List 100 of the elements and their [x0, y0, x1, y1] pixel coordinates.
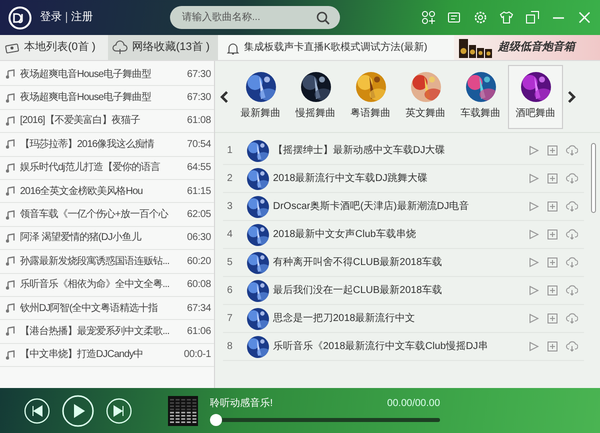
- music-note-icon: [5, 162, 15, 173]
- song-duration: 06:30: [186, 231, 211, 246]
- music-note-icon: [5, 69, 15, 80]
- progress-track[interactable]: [222, 418, 440, 422]
- music-note-icon: [5, 92, 15, 103]
- song-duration: 67:34: [186, 302, 211, 316]
- playlist-row[interactable]: 夜场超爽电音House电子舞曲型 67:30: [0, 63, 214, 86]
- download-icon[interactable]: [566, 341, 578, 352]
- add-icon[interactable]: [547, 285, 558, 296]
- notice-link[interactable]: 集成板载声卡直播K歌模式调试方法(最新): [244, 40, 428, 55]
- row-number: 5: [226, 256, 234, 270]
- time-display: 00.00/00.00: [387, 396, 440, 410]
- song-row[interactable]: 2 2018最新流行中文车载DJ跳舞大碟: [223, 165, 584, 193]
- playlist-row[interactable]: 领音车载《一亿个伤心+放一百个心 62:05: [0, 203, 214, 227]
- playlist-row[interactable]: 钦州DJ阿智(全中文粤语精选十指 67:34: [0, 296, 214, 320]
- shirt-icon[interactable]: [499, 10, 514, 25]
- add-icon[interactable]: [547, 201, 558, 212]
- search-icon: [316, 10, 330, 24]
- download-icon[interactable]: [566, 145, 578, 156]
- add-icon[interactable]: [547, 173, 558, 184]
- next-icon[interactable]: [106, 398, 132, 424]
- music-note-icon: [5, 116, 15, 126]
- download-icon[interactable]: [566, 313, 578, 324]
- song-duration: 60:08: [186, 278, 211, 292]
- download-icon[interactable]: [566, 257, 578, 268]
- playlist-row[interactable]: 乐听音乐《相依为命》全中文全粤... 60:08: [0, 274, 214, 297]
- song-row[interactable]: 5 有种离开叫舍不得CLUB最新2018车载: [223, 249, 584, 277]
- song-title: 乐听音乐《2018最新流行中文车载Club慢摇DJ串: [273, 340, 490, 354]
- download-icon[interactable]: [566, 229, 578, 240]
- category-item[interactable]: 粤语舞曲: [343, 64, 398, 128]
- music-note-icon: [5, 186, 15, 196]
- category-item[interactable]: 车载舞曲: [453, 64, 508, 128]
- music-note-icon: [5, 139, 15, 150]
- song-duration: 67:30: [186, 68, 211, 82]
- song-title: 2018最新中文女声Club车载串烧: [273, 228, 417, 242]
- row-number: 2: [226, 172, 234, 186]
- close-icon[interactable]: [577, 10, 592, 25]
- account-link[interactable]: 登录: [40, 9, 62, 26]
- song-row[interactable]: 4 2018最新中文女声Club车载串烧: [223, 221, 584, 249]
- song-title: 夜场超爽电音House电子舞曲型: [20, 68, 152, 82]
- song-title: 孙露最新发烧段寓诱惑国语连贩钻...: [20, 254, 170, 269]
- song-title: 夜场超爽电音House电子舞曲型: [20, 90, 152, 106]
- chevron-left-icon[interactable]: [219, 90, 229, 104]
- playlist-row[interactable]: [2016]【不爱美富白】夜猫子 61:08: [0, 110, 214, 134]
- song-row[interactable]: 3 DrOscar奥斯卡酒吧(天津店)最新潮流DJ电音: [223, 193, 584, 221]
- playlist-row[interactable]: 孙露最新发烧段寓诱惑国语连贩钻... 60:20: [0, 250, 214, 274]
- song-row[interactable]: 8 乐听音乐《2018最新流行中文车载Club慢摇DJ串: [223, 333, 584, 361]
- row-number: 1: [226, 144, 234, 158]
- ad-banner[interactable]: 超级低音炮音箱: [454, 35, 600, 60]
- song-title: 2018最新流行中文车载DJ跳舞大碟: [273, 172, 428, 186]
- playlist-row[interactable]: 夜场超爽电音House电子舞曲型 67:30: [0, 86, 214, 110]
- scrollbar[interactable]: [591, 143, 596, 213]
- song-title: 思念是一把刀2018最新流行中文: [273, 312, 416, 326]
- playlist-row[interactable]: 【中文串烧】打造DJCandy中 00:0-1: [0, 344, 214, 368]
- add-icon[interactable]: [547, 313, 558, 324]
- row-number: 6: [226, 284, 234, 298]
- song-row[interactable]: 1 【摇摆绅士】最新动感中文车载DJ大碟: [223, 137, 584, 165]
- previous-icon[interactable]: [24, 398, 50, 424]
- song-row[interactable]: 6 最后我们没在一起CLUB最新2018车载: [223, 277, 584, 305]
- add-icon[interactable]: [547, 341, 558, 352]
- mini-mode-icon[interactable]: [525, 10, 540, 25]
- playlist-row[interactable]: 2016全英文金榜欧美风格Hou 61:15: [0, 180, 214, 204]
- song-title: 有种离开叫舍不得CLUB最新2018车载: [273, 256, 443, 270]
- apps-icon[interactable]: [421, 10, 436, 25]
- playlist-row[interactable]: 【港台热播】最宠爱系列中文柔歌... 61:06: [0, 320, 214, 344]
- category-item[interactable]: 酒吧舞曲: [508, 64, 563, 128]
- add-icon[interactable]: [547, 257, 558, 268]
- song-duration: 67:30: [186, 91, 211, 106]
- playlist-row[interactable]: 阿泽 渴望爱情的猪(DJ小鱼儿 06:30: [0, 226, 214, 250]
- music-note-icon: [5, 280, 15, 290]
- playlist-row[interactable]: 娱乐时代dj范儿打造【爱你的语言 64:55: [0, 156, 214, 180]
- add-icon[interactable]: [547, 229, 558, 240]
- row-number: 7: [226, 312, 234, 326]
- add-icon[interactable]: [547, 145, 558, 156]
- download-icon[interactable]: [566, 285, 578, 296]
- music-note-icon: [5, 256, 15, 266]
- row-number: 3: [226, 200, 234, 214]
- chevron-right-icon[interactable]: [567, 90, 577, 104]
- tab[interactable]: 网络收藏(13首 ): [108, 35, 218, 60]
- song-duration: 61:15: [186, 184, 211, 199]
- settings-icon[interactable]: [473, 10, 488, 25]
- download-icon[interactable]: [566, 173, 578, 184]
- category-item[interactable]: 慢摇舞曲: [288, 64, 343, 128]
- category-item[interactable]: 最新舞曲: [233, 64, 288, 128]
- song-title: 【玛莎拉蒂】2016像我这么痴情: [20, 138, 156, 152]
- song-duration: 00:0-1: [182, 348, 211, 362]
- progress-handle[interactable]: [210, 414, 222, 426]
- search-button[interactable]: [316, 6, 340, 29]
- category-item[interactable]: 英文舞曲: [398, 64, 453, 128]
- tab[interactable]: 本地列表(0首 ): [0, 35, 108, 60]
- now-playing-text: 聆听动感音乐!: [210, 396, 273, 410]
- search-field[interactable]: 请输入歌曲名称...: [170, 6, 316, 29]
- playlist-row[interactable]: 【玛莎拉蒂】2016像我这么痴情 70:54: [0, 133, 214, 157]
- download-icon[interactable]: [566, 201, 578, 212]
- song-title: 阿泽 渴望爱情的猪(DJ小鱼儿: [20, 230, 142, 246]
- bell-icon: [226, 40, 240, 54]
- banner-text: 超级低音炮音箱: [498, 40, 575, 56]
- song-row[interactable]: 7 思念是一把刀2018最新流行中文: [223, 305, 584, 333]
- music-note-icon: [5, 350, 15, 360]
- account-link[interactable]: 注册: [71, 9, 93, 26]
